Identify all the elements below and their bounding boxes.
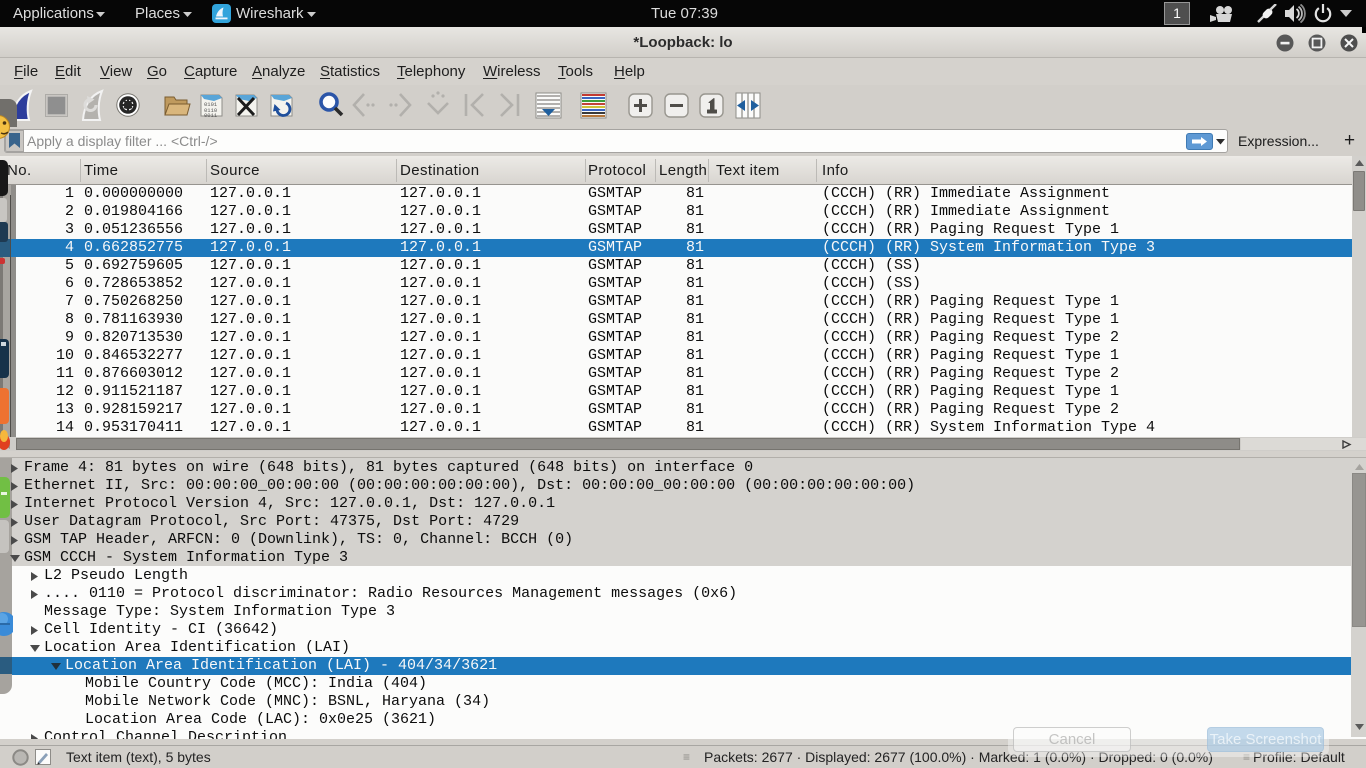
svg-text:0011: 0011 [204, 112, 218, 119]
